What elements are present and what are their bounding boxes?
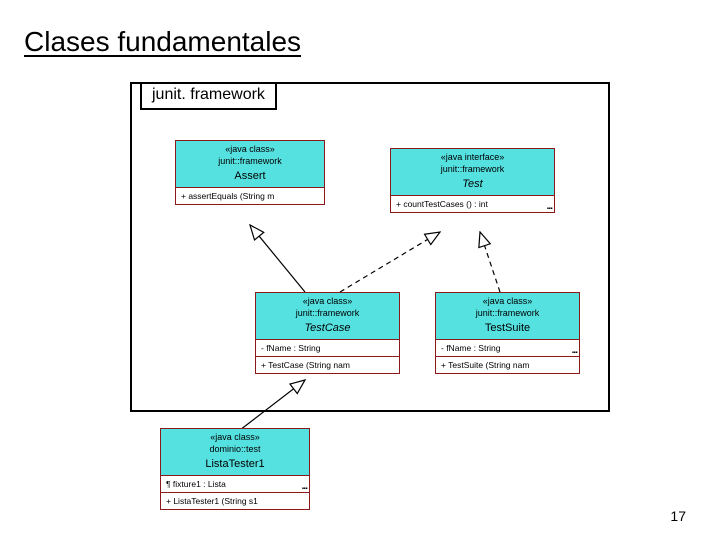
class-assert: «java class» junit::framework Assert + a… <box>175 140 325 205</box>
class-name: Test <box>395 177 550 191</box>
class-testcase: «java class» junit::framework TestCase -… <box>255 292 400 374</box>
ellipsis-icon: ... <box>547 201 552 212</box>
stereotype: «java interface» <box>395 152 550 164</box>
operation-text: + assertEquals (String m <box>181 191 274 201</box>
operations: + TestCase (String nam <box>255 357 400 374</box>
operations: + TestSuite (String nam <box>435 357 580 374</box>
ellipsis-icon: ... <box>572 345 577 356</box>
attributes: - fName : String ... <box>435 340 580 357</box>
class-header: «java class» junit::framework Assert <box>175 140 325 188</box>
operations: + assertEquals (String m <box>175 188 325 205</box>
class-header: «java interface» junit::framework Test <box>390 148 555 196</box>
package-path: junit::framework <box>260 308 395 320</box>
package-label: junit. framework <box>140 82 277 110</box>
package-path: junit::framework <box>180 156 320 168</box>
package-path: junit::framework <box>440 308 575 320</box>
stereotype: «java class» <box>440 296 575 308</box>
operations: + countTestCases () : int ... <box>390 196 555 213</box>
attributes: ¶ fixture1 : Lista ... <box>160 476 310 493</box>
stereotype: «java class» <box>180 144 320 156</box>
slide-title: Clases fundamentales <box>24 26 301 58</box>
attribute-text: ¶ fixture1 : Lista <box>166 479 226 489</box>
class-name: Assert <box>180 169 320 183</box>
operation-text: + ListaTester1 (String s1 <box>166 496 258 506</box>
operation-text: + TestCase (String nam <box>261 360 350 370</box>
class-name: TestCase <box>260 321 395 335</box>
class-header: «java class» junit::framework TestSuite <box>435 292 580 340</box>
package-path: junit::framework <box>395 164 550 176</box>
class-name: TestSuite <box>440 321 575 335</box>
class-header: «java class» junit::framework TestCase <box>255 292 400 340</box>
class-testsuite: «java class» junit::framework TestSuite … <box>435 292 580 374</box>
operation-text: + TestSuite (String nam <box>441 360 529 370</box>
class-name: ListaTester1 <box>165 457 305 471</box>
package-path: dominio::test <box>165 444 305 456</box>
ellipsis-icon: ... <box>302 481 307 492</box>
class-listatester1: «java class» dominio::test ListaTester1 … <box>160 428 310 510</box>
operations: + ListaTester1 (String s1 <box>160 493 310 510</box>
page-number: 17 <box>670 508 686 524</box>
attribute-text: - fName : String <box>441 343 501 353</box>
stereotype: «java class» <box>165 432 305 444</box>
interface-test: «java interface» junit::framework Test +… <box>390 148 555 213</box>
attributes: - fName : String <box>255 340 400 357</box>
class-header: «java class» dominio::test ListaTester1 <box>160 428 310 476</box>
operation-text: + countTestCases () : int <box>396 199 488 209</box>
attribute-text: - fName : String <box>261 343 321 353</box>
stereotype: «java class» <box>260 296 395 308</box>
